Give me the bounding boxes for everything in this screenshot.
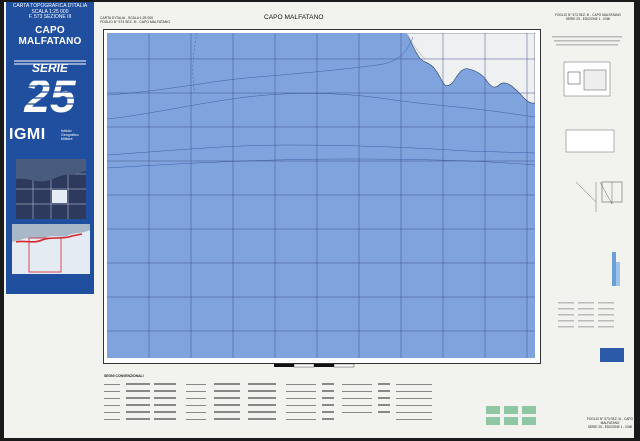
location-inset-map [12, 224, 90, 274]
scale-bar [274, 363, 355, 368]
serie-25-emblem: SERIE 25 [14, 60, 86, 114]
legend: SEGNI CONVENZIONALI [102, 374, 542, 434]
cover-header-line: F. 573 SEZIONE III [28, 14, 72, 21]
legend-symbols [104, 383, 536, 425]
cover-header: CARTA TOPOGRAFICA D'ITALIA SCALA 1:25 00… [9, 3, 91, 21]
map-header-info: CARTA D'ITALIA - SCALA 1:25 000 FOGLIO N… [100, 16, 170, 24]
sheet-id-line: SERIE 25 - EDIZIONE 1 - IGMI [587, 424, 633, 429]
legend-title: SEGNI CONVENZIONALI [104, 374, 144, 378]
cover-panel: CARTA TOPOGRAFICA D'ITALIA SCALA 1:25 00… [6, 2, 94, 294]
map-sheet: CARTA TOPOGRAFICA D'ITALIA SCALA 1:25 00… [4, 2, 634, 438]
sheet-identifier: FOGLIO N° 573 SEZ. III - CAPO MALFATANO … [584, 417, 636, 429]
right-info-panel: FOGLIO N° 573 SEZ. III - CAPO MALFATANO … [540, 8, 634, 438]
map-title: CAPO MALFATANO [264, 14, 324, 21]
right-panel-line: SERIE 25 - EDIZIONE 1 - IGMI [565, 16, 611, 21]
cover-title: CAPO MALFATANO [18, 25, 82, 47]
right-panel-header: FOGLIO N° 573 SEZ. III - CAPO MALFATANO … [548, 13, 628, 22]
sheet-index-grid [16, 159, 86, 219]
igmi-logo-text: IGMI [9, 126, 46, 143]
right-panel-diagrams [552, 36, 624, 362]
map-header-line: FOGLIO N° 573 SEZ. III - CAPO MALFATANO [100, 20, 170, 24]
sea-area [107, 33, 535, 358]
igmi-name-line: Militare [61, 137, 73, 142]
igmi-full-name: Istituto Geografico Militare [61, 129, 79, 142]
map-area [107, 33, 535, 358]
igmi-logo: IGMI Istituto Geografico Militare [9, 126, 93, 144]
